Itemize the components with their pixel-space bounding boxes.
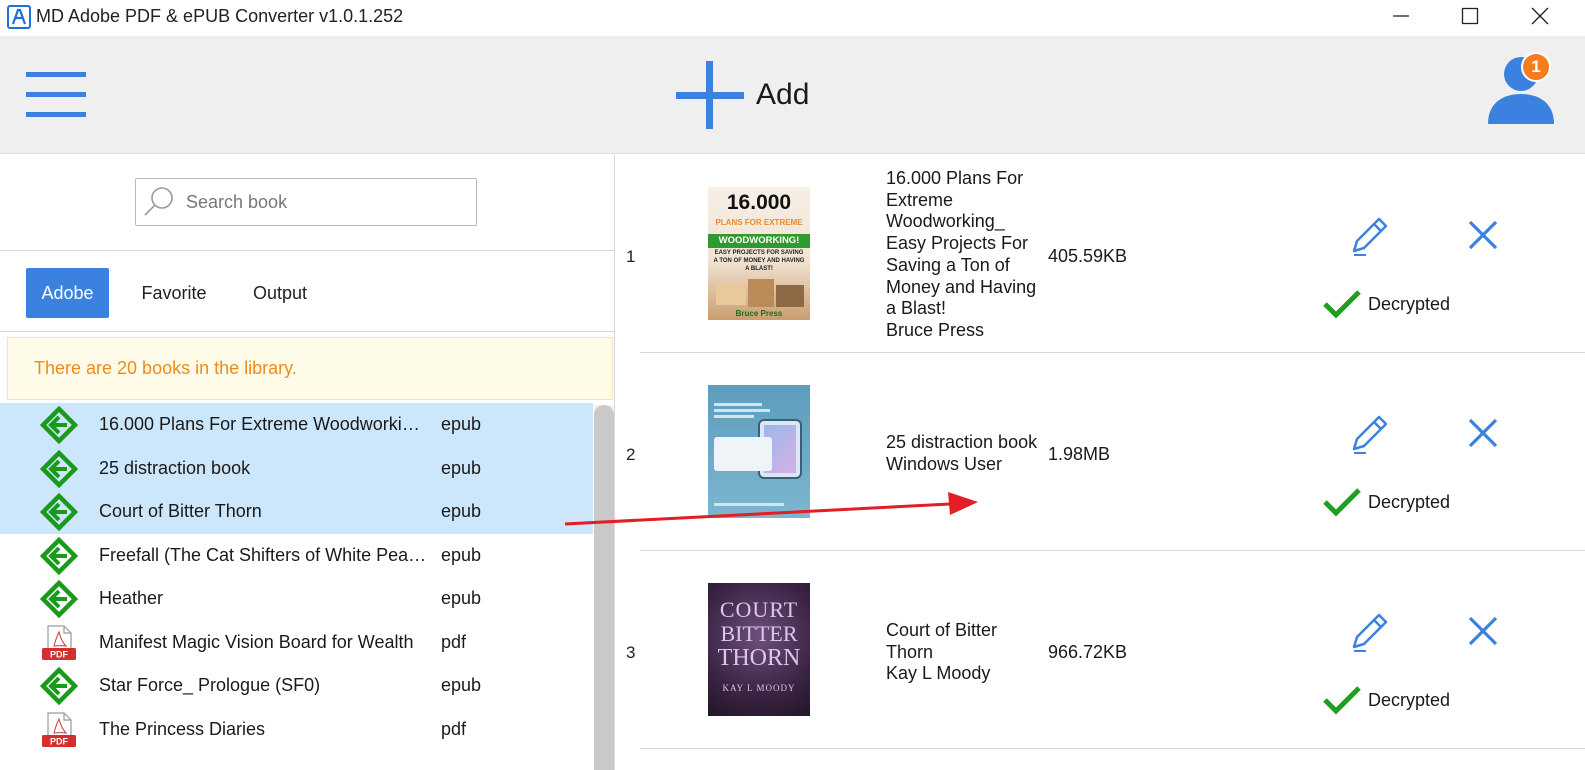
library-tabs: Adobe Favorite Output — [0, 252, 614, 332]
app-logo-icon — [7, 5, 31, 29]
main-toolbar: Add 1 — [0, 36, 1585, 154]
check-icon — [1323, 488, 1361, 517]
file-size: 405.59KB — [1048, 246, 1128, 266]
book-title: Heather — [99, 588, 164, 609]
pdf-label: PDF — [50, 736, 69, 746]
library-count-notice: There are 20 books in the library. — [7, 337, 613, 400]
tab-output[interactable]: Output — [240, 268, 320, 318]
book-title: The Princess Diaries — [99, 718, 266, 739]
book-cover: 16.000 PLANS FOR EXTREME WOODWORKING! EA… — [708, 187, 810, 320]
book-author: Kay L Moody — [886, 663, 991, 684]
epub-icon — [40, 580, 78, 618]
row-number: 2 — [626, 445, 636, 464]
edit-icon[interactable] — [1346, 609, 1392, 655]
book-format: epub — [441, 501, 482, 522]
book-cover: COURT BITTER THORN KAY L MOODY — [708, 583, 810, 716]
book-list-item[interactable]: PDF Manifest Magic Vision Board for Wealt… — [0, 621, 593, 665]
tab-adobe[interactable]: Adobe — [26, 268, 109, 318]
book-cover — [708, 385, 810, 518]
check-icon — [1323, 686, 1361, 715]
epub-icon — [40, 667, 78, 705]
search-icon — [144, 187, 173, 216]
book-title: Freefall (The Cat Shifters of White Pea… — [99, 544, 427, 565]
book-meta: 16.000 Plans For Extreme Woodworking_ Ea… — [886, 168, 1046, 342]
tab-favorite[interactable]: Favorite — [128, 268, 220, 318]
pdf-icon: PDF — [42, 711, 76, 747]
book-list-item[interactable]: 16.000 Plans For Extreme Woodworkin… epub — [0, 403, 593, 447]
book-list-item[interactable]: Court of Bitter Thorn epub — [0, 490, 593, 534]
book-format: epub — [441, 414, 482, 435]
close-window-button[interactable] — [1510, 0, 1570, 32]
book-format: epub — [441, 675, 482, 696]
epub-icon — [40, 536, 78, 575]
pdf-label: PDF — [50, 649, 69, 659]
status-decrypted: Decrypted — [1322, 289, 1450, 319]
book-list-scrollbar[interactable] — [594, 405, 614, 770]
pdf-icon: PDF — [42, 624, 76, 660]
minimize-icon — [1393, 15, 1409, 17]
delete-icon[interactable] — [1466, 416, 1500, 450]
book-meta: Court of Bitter Thorn Kay L Moody — [886, 620, 1046, 685]
notification-badge[interactable]: 1 — [1521, 52, 1551, 82]
hamburger-menu-icon[interactable] — [26, 72, 86, 118]
book-list-item[interactable]: Freefall (The Cat Shifters of White Pea…… — [0, 534, 593, 578]
book-list-item[interactable]: Star Force_ Prologue (SF0) epub — [0, 664, 593, 708]
book-title: 16.000 Plans For Extreme Woodworkin… — [99, 414, 429, 435]
book-format: pdf — [441, 718, 467, 739]
conversion-panel: 1 16.000 PLANS FOR EXTREME WOODWORKING! … — [616, 155, 1585, 770]
title-bar: MD Adobe PDF & ePUB Converter v1.0.1.252 — [0, 0, 1585, 36]
window-title: MD Adobe PDF & ePUB Converter v1.0.1.252 — [36, 6, 404, 26]
epub-icon — [40, 493, 78, 531]
conversion-row: 1 16.000 PLANS FOR EXTREME WOODWORKING! … — [626, 155, 1585, 353]
scrollbar-thumb[interactable] — [594, 405, 614, 770]
conversion-row: 2 25 distraction book Windows User 1.98M… — [626, 353, 1585, 551]
file-size: 1.98MB — [1048, 444, 1111, 464]
search-area — [0, 155, 614, 251]
row-number: 1 — [626, 247, 636, 266]
search-box[interactable] — [135, 178, 477, 226]
delete-icon[interactable] — [1466, 614, 1500, 648]
book-title: 25 distraction book — [99, 457, 251, 478]
edit-icon[interactable] — [1346, 411, 1392, 457]
book-meta: 25 distraction book Windows User — [886, 432, 1046, 475]
file-size: 966.72KB — [1048, 642, 1128, 662]
conversion-row: 3 COURT BITTER THORN KAY L MOODY Court o… — [626, 551, 1585, 749]
check-icon — [1323, 290, 1361, 319]
library-panel: Adobe Favorite Output There are 20 books… — [0, 155, 615, 770]
close-icon — [1531, 7, 1549, 25]
minimize-button[interactable] — [1371, 0, 1431, 32]
book-list-item[interactable]: Heather epub — [0, 577, 593, 621]
epub-icon — [40, 406, 78, 444]
book-list: 16.000 Plans For Extreme Woodworkin… epub… — [0, 403, 614, 770]
book-title: Court of Bitter Thorn — [99, 501, 262, 522]
book-title: Star Force_ Prologue (SF0) — [99, 675, 321, 696]
book-format: epub — [441, 457, 482, 478]
book-author: Bruce Press — [886, 319, 985, 340]
epub-icon — [40, 449, 78, 488]
status-decrypted: Decrypted — [1322, 487, 1450, 517]
book-list-item[interactable]: PDF The Princess Diaries pdf — [0, 708, 593, 752]
plus-icon — [676, 61, 744, 129]
row-number: 3 — [626, 643, 636, 662]
status-decrypted: Decrypted — [1322, 685, 1450, 715]
add-label: Add — [756, 78, 810, 111]
book-list-item[interactable]: 25 distraction book epub — [0, 446, 593, 490]
book-author: Windows User — [886, 453, 1003, 474]
book-title: Manifest Magic Vision Board for Wealth — [99, 631, 414, 652]
book-format: epub — [441, 544, 482, 565]
book-format: pdf — [441, 631, 467, 652]
add-button[interactable]: Add — [676, 60, 809, 130]
maximize-icon — [1461, 7, 1479, 25]
maximize-button[interactable] — [1440, 0, 1500, 32]
search-input[interactable] — [186, 187, 466, 217]
edit-icon[interactable] — [1346, 213, 1392, 259]
book-format: epub — [441, 588, 482, 609]
delete-icon[interactable] — [1466, 218, 1500, 252]
